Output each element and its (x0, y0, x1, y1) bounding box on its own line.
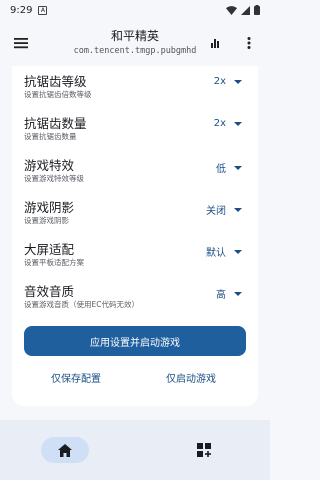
large-screen-dropdown[interactable]: 默认 (206, 244, 246, 259)
dropdown-arrow-icon (234, 165, 242, 170)
dropdown-value: 低 (216, 164, 226, 175)
game-shadow-dropdown[interactable]: 关闭 (206, 202, 246, 217)
apply-and-launch-button[interactable]: 应用设置并启动游戏 (24, 326, 246, 356)
wifi-icon (226, 5, 237, 15)
settings-card: 抗锯齿等级 设置抗锯齿倍数等级 2x 抗锯齿数量 设置抗锯齿数量 2x 游戏特效… (12, 66, 258, 406)
dropdown-value: 高 (216, 290, 226, 301)
status-time: 9:29 (10, 4, 33, 16)
dropdown-value: 2x (213, 76, 226, 87)
battery-icon (254, 5, 260, 15)
setting-antialias-level: 抗锯齿等级 设置抗锯齿倍数等级 2x (24, 68, 246, 108)
setting-title: 游戏阴影 (24, 200, 75, 215)
launch-only-button[interactable]: 仅启动游戏 (166, 370, 216, 385)
dropdown-arrow-icon (234, 291, 242, 296)
nav-home[interactable] (41, 437, 89, 463)
antialias-level-dropdown[interactable]: 2x (214, 76, 246, 87)
app-bar: 和平精英 com.tencent.tmgp.pubgmhd (0, 20, 270, 66)
audio-quality-dropdown[interactable]: 高 (216, 286, 246, 301)
setting-audio-quality: 音效音质 设置游戏音质（使用EC代码无效） 高 (24, 278, 246, 318)
setting-title: 游戏特效 (24, 158, 75, 173)
signal-icon (241, 5, 250, 15)
setting-desc: 设置游戏音质（使用EC代码无效） (24, 300, 139, 309)
status-icons (226, 5, 260, 15)
package-name: com.tencent.tmgp.pubgmhd (73, 46, 197, 56)
setting-title: 抗锯齿等级 (24, 74, 87, 89)
more-vert-icon[interactable] (241, 35, 257, 51)
antialias-count-dropdown[interactable]: 2x (214, 118, 246, 129)
dropdown-value: 2x (213, 118, 226, 129)
bottom-navigation (0, 420, 270, 480)
setting-title: 大屏适配 (24, 242, 75, 257)
apps-add-icon[interactable] (196, 442, 212, 458)
dropdown-value: 默认 (206, 248, 226, 259)
game-effects-dropdown[interactable]: 低 (216, 160, 246, 175)
setting-desc: 设置游戏特效等级 (24, 174, 84, 183)
setting-desc: 设置游戏阴影 (24, 216, 69, 225)
status-bar: 9:29 A (0, 0, 270, 20)
setting-large-screen: 大屏适配 设置平板适配方案 默认 (24, 236, 246, 276)
setting-title: 抗锯齿数量 (24, 116, 87, 131)
setting-game-shadow: 游戏阴影 设置游戏阴影 关闭 (24, 194, 246, 234)
home-icon (58, 443, 72, 457)
notification-app-icon: A (38, 5, 48, 15)
dropdown-arrow-icon (234, 207, 242, 212)
setting-title: 音效音质 (24, 284, 75, 299)
dropdown-arrow-icon (234, 79, 242, 84)
dropdown-value: 关闭 (206, 206, 226, 217)
chart-icon[interactable] (207, 35, 223, 51)
setting-antialias-count: 抗锯齿数量 设置抗锯齿数量 2x (24, 110, 246, 150)
setting-game-effects: 游戏特效 设置游戏特效等级 低 (24, 152, 246, 192)
setting-desc: 设置抗锯齿数量 (24, 132, 77, 141)
setting-desc: 设置抗锯齿倍数等级 (24, 90, 92, 99)
dropdown-arrow-icon (234, 121, 242, 126)
setting-desc: 设置平板适配方案 (24, 258, 84, 267)
save-only-button[interactable]: 仅保存配置 (51, 370, 101, 385)
app-title: 和平精英 (110, 29, 159, 43)
dropdown-arrow-icon (234, 249, 242, 254)
